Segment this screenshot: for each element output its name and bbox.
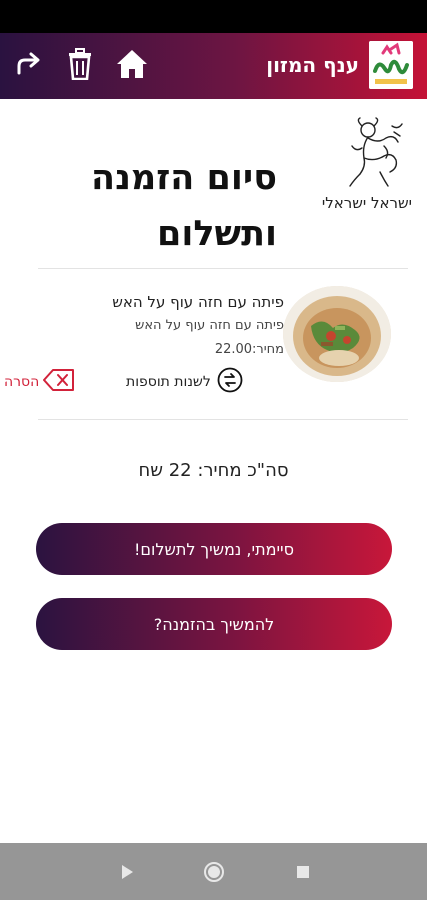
remove-item-button[interactable]: הסרה	[4, 368, 75, 396]
change-extras-label: לשנות תוספות	[126, 374, 211, 390]
swap-icon	[217, 367, 243, 397]
page-title: סיום הזמנה ותשלום	[91, 158, 277, 254]
order-summary-screen: ענף המזון ישראל ישראלי סיום הזמנה ותשלום…	[0, 0, 427, 900]
app-bar: ענף המזון	[0, 33, 427, 99]
system-nav-bar	[0, 843, 427, 900]
continue-ordering-button[interactable]: להמשיך בהזמנה?	[36, 598, 392, 650]
trash-icon[interactable]	[62, 46, 98, 82]
status-bar	[0, 0, 427, 33]
brand-illustration	[340, 116, 412, 190]
share-forward-icon[interactable]	[11, 46, 47, 82]
nav-back-icon[interactable]	[116, 861, 138, 883]
order-item: פיתה עם חזה עוף על האש פיתה עם חזה עוף ע…	[0, 278, 427, 408]
sheffa-logo[interactable]	[369, 41, 413, 89]
divider	[38, 419, 408, 420]
delete-tag-icon	[43, 368, 75, 396]
nav-recents-icon[interactable]	[292, 861, 314, 883]
nav-home-icon[interactable]	[203, 861, 225, 883]
home-icon[interactable]	[114, 46, 150, 82]
divider	[38, 268, 408, 269]
finish-and-pay-button[interactable]: סיימתי, נמשיך לתשלום!	[36, 523, 392, 575]
item-description: פיתה עם חזה עוף על האש	[135, 318, 284, 333]
brand-name: ישראל ישראלי	[321, 194, 412, 212]
brand-block: ישראל ישראלי	[306, 116, 412, 216]
order-total: סה"כ מחיר: 22 שח	[138, 460, 289, 481]
item-price: מחיר:22.00	[214, 342, 284, 357]
remove-item-label: הסרה	[4, 374, 40, 390]
app-title: ענף המזון	[266, 53, 359, 77]
change-extras-button[interactable]: לשנות תוספות	[126, 367, 243, 397]
item-thumbnail	[283, 286, 391, 382]
item-name: פיתה עם חזה עוף על האש	[112, 293, 284, 311]
